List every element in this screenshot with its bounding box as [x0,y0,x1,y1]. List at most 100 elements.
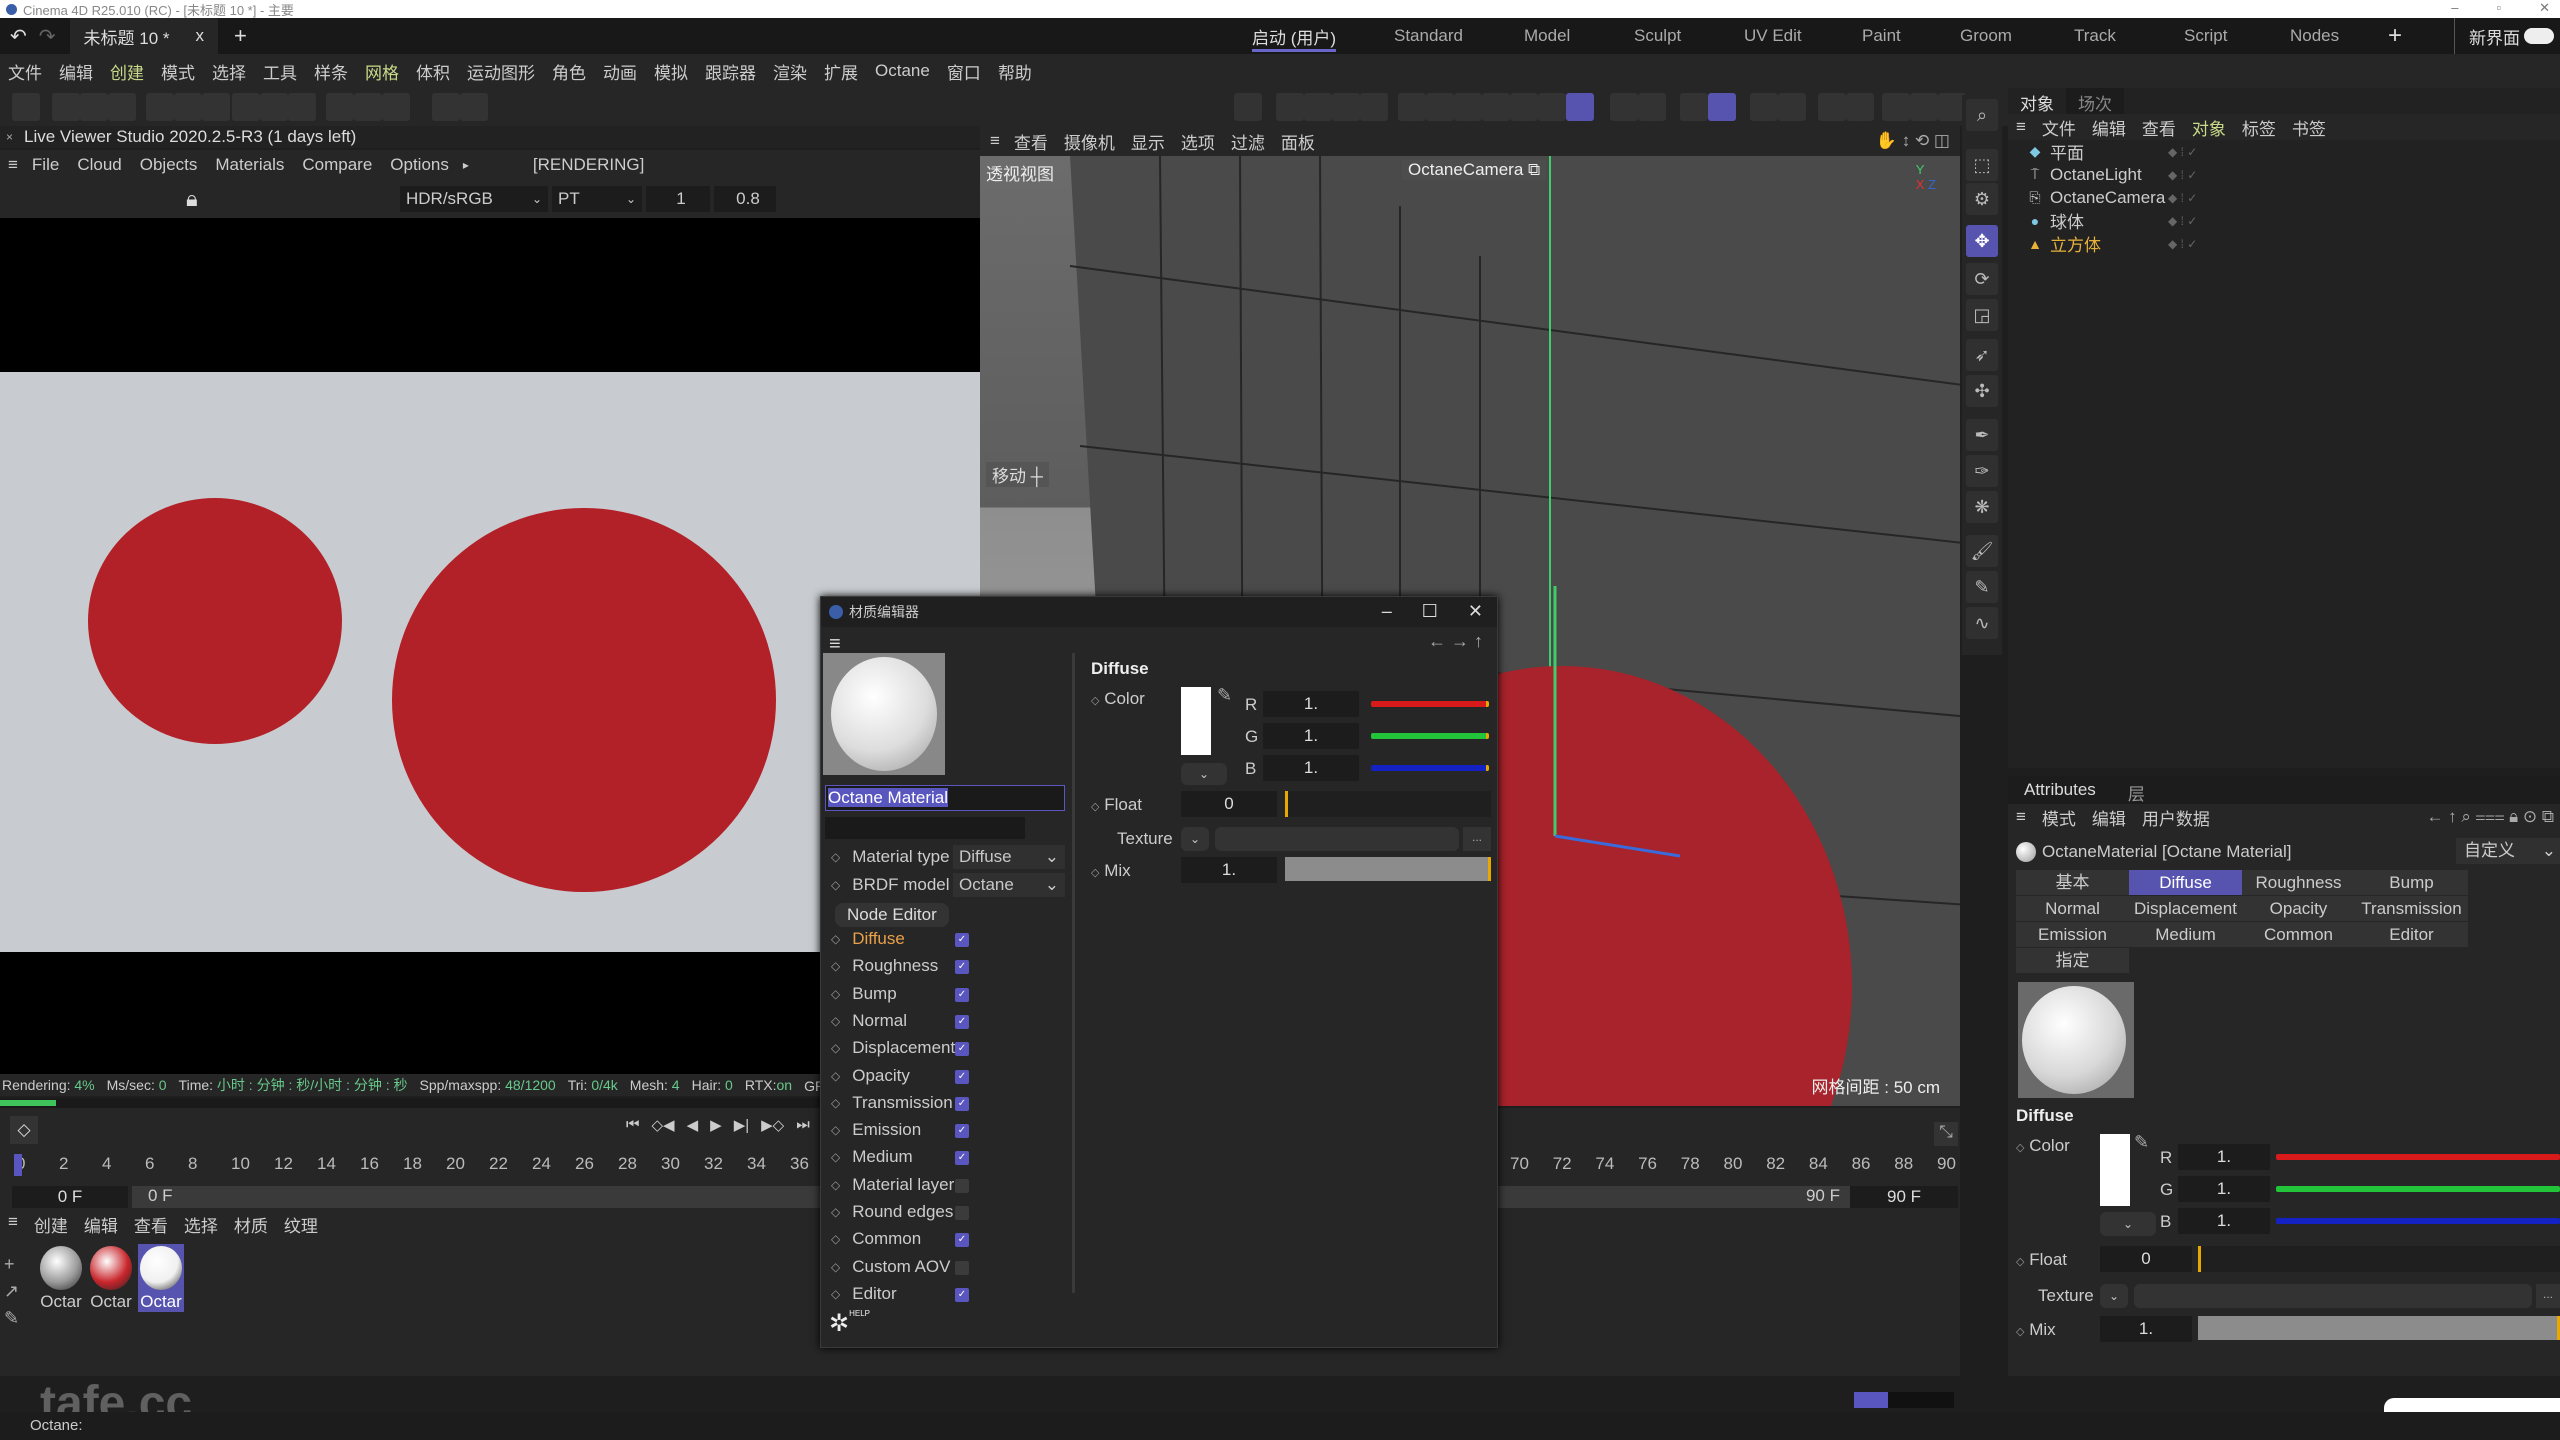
me-texture-dropdown[interactable]: ⌄ [1181,827,1209,851]
lv-menu-item[interactable]: Compare [302,155,372,175]
object-menu-item[interactable]: 书签 [2292,115,2326,140]
end-frame-input[interactable]: 90 F [1850,1186,1958,1208]
toolbar-button[interactable] [1846,93,1874,121]
layout-tab[interactable]: Script [2184,18,2227,54]
menu-item[interactable]: Octane [875,61,930,81]
layout-tab[interactable]: Model [1524,18,1570,54]
object-row[interactable]: ▲ 立方体 ◆ ⁞ ✓ [2008,232,2560,256]
layout-tab[interactable]: 启动 (用户) [1252,18,1337,54]
search-icon[interactable]: ⌕ [1966,99,1998,131]
channel-tab[interactable]: Emission [2016,922,2129,948]
g-input[interactable]: 1. [2178,1176,2270,1202]
playhead[interactable] [14,1154,22,1176]
attributes-tab[interactable]: 层 [2112,776,2161,804]
panel-divider[interactable] [1072,653,1075,1293]
channel-tab[interactable]: 指定 [2016,948,2129,974]
material-preview[interactable] [823,653,945,775]
layout-tab[interactable]: Track [2074,18,2116,54]
hamburger-icon[interactable]: ≡ [2016,117,2026,137]
channel-checkbox[interactable]: ✓ [955,933,969,947]
keyframe-diamond-icon[interactable]: ◇ [831,932,840,946]
toolbar-button[interactable] [460,93,488,121]
more-arrow-icon[interactable]: ▸ [463,158,469,172]
attributes-menu-item[interactable]: 用户数据 [2142,805,2210,830]
me-b-slider[interactable] [1371,765,1489,771]
attributes-menu-item[interactable]: 模式 [2042,805,2076,830]
lv-menu-item[interactable]: Options [390,155,449,175]
attr-mix-input[interactable]: 1. [2100,1316,2192,1342]
next-key-button[interactable]: ▶◇ [761,1116,784,1134]
fcurve-icon[interactable]: ⤡ [1934,1122,1958,1146]
hamburger-icon[interactable]: ≡ [2016,807,2026,827]
toolbar-button[interactable] [288,93,316,121]
toolbar-button[interactable] [232,93,260,121]
channel-tab[interactable]: Displacement [2129,896,2242,922]
knife-icon[interactable]: ✎ [1966,571,1998,603]
menu-item[interactable]: 选择 [212,59,246,84]
active-camera-label[interactable]: OctaneCamera ⧉ [1402,160,1547,180]
toolbar-button[interactable] [1304,93,1332,121]
toolbar-button[interactable] [1910,93,1938,121]
toolbar-button[interactable] [1360,93,1388,121]
history-nav[interactable]: ← → ↑ [1428,631,1483,652]
me-eyedropper-icon[interactable]: ✎ [1217,685,1232,706]
object-menu-item[interactable]: 编辑 [2092,115,2126,140]
object-row[interactable]: ⍑ OctaneLight ◆ ⁞ ✓ [2008,163,2560,186]
attr-mix-slider[interactable] [2198,1316,2560,1340]
keyframe-diamond-icon[interactable]: ◇ [831,1014,840,1028]
keyframe-diamond-icon[interactable]: ◇ [831,1287,840,1301]
toolbar-button[interactable] [1750,93,1778,121]
toolbar-button[interactable] [326,93,354,121]
channel-item[interactable]: ◇ Opacity [831,1066,910,1086]
attr-float-input[interactable]: 0 [2100,1246,2192,1272]
redo-icon[interactable]: ↷ [39,24,56,49]
menu-item[interactable]: 窗口 [947,59,981,84]
keyframe-diamond-icon[interactable]: ◇ [831,959,840,973]
me-b-input[interactable]: 1. [1263,755,1359,781]
keyframe-diamond-icon[interactable]: ◇ [831,1232,840,1246]
toolbar-button[interactable] [1818,93,1846,121]
toolbar-button[interactable] [1566,93,1594,121]
material-menu-item[interactable]: 创建 [34,1212,68,1237]
channel-tab[interactable]: Medium [2129,922,2242,948]
channel-tab[interactable]: Roughness [2242,870,2355,896]
material-name-input[interactable]: Octane Material [825,785,1065,811]
keyframe-diamond-icon[interactable]: ◇ [831,1150,840,1164]
channel-tab[interactable]: Editor [2355,922,2468,948]
keyframe-diamond-icon[interactable]: ◇ [831,1260,840,1274]
octane-help-icon[interactable]: ✲HELP [829,1309,870,1338]
me-r-input[interactable]: 1. [1263,691,1359,717]
menu-item[interactable]: 模式 [161,59,195,84]
toolbar-button[interactable] [1398,93,1426,121]
theme-toggle[interactable] [2524,28,2554,44]
me-texture-field[interactable] [1215,827,1459,851]
object-row[interactable]: ⎘ OctaneCamera ◆ ⁞ ✓ [2008,186,2560,209]
me-color-dropdown[interactable]: ⌄ [1181,763,1227,785]
object-menu-item[interactable]: 对象 [2192,115,2226,140]
object-menu-item[interactable]: 查看 [2142,115,2176,140]
toolbar-button[interactable] [260,93,288,121]
toolbar-button[interactable] [1276,93,1304,121]
visibility-dots-icon[interactable]: ◆ ⁞ ✓ [2168,214,2197,228]
edit-material-icon[interactable]: ✎ [4,1308,19,1329]
viewport-menu-item[interactable]: 摄像机 [1064,129,1115,154]
rotate-tool-icon[interactable]: ⟳ [1966,263,1998,295]
attr-nav-icons[interactable]: ← ↑ ⌕ ⩶ 🔒︎ ⊙ ⧉ [2426,807,2554,827]
object-menu-item[interactable]: 文件 [2042,115,2076,140]
material-menu-item[interactable]: 材质 [234,1212,268,1237]
menu-item[interactable]: 扩展 [824,59,858,84]
eyedropper-icon[interactable]: ✎ [2134,1132,2149,1153]
brush-icon[interactable]: 🖌︎ [1966,535,1998,567]
preset-select[interactable]: 自定义 ⌄ [2456,838,2560,864]
channel-item[interactable]: ◇ Normal [831,1011,907,1031]
spline-pen-icon[interactable]: ✒ [1966,419,1998,451]
toolbar-button[interactable] [1610,93,1638,121]
menu-item[interactable]: 网格 [365,59,399,84]
viewport-menu-item[interactable]: 查看 [1014,129,1048,154]
keyframe-diamond-icon[interactable]: ◇ [831,1123,840,1137]
me-mix-input[interactable]: 1. [1181,857,1277,883]
menu-item[interactable]: 帮助 [998,59,1032,84]
layout-tab[interactable]: Groom [1960,18,2012,54]
toolbar-button[interactable] [382,93,410,121]
toolbar-button[interactable] [1638,93,1666,121]
